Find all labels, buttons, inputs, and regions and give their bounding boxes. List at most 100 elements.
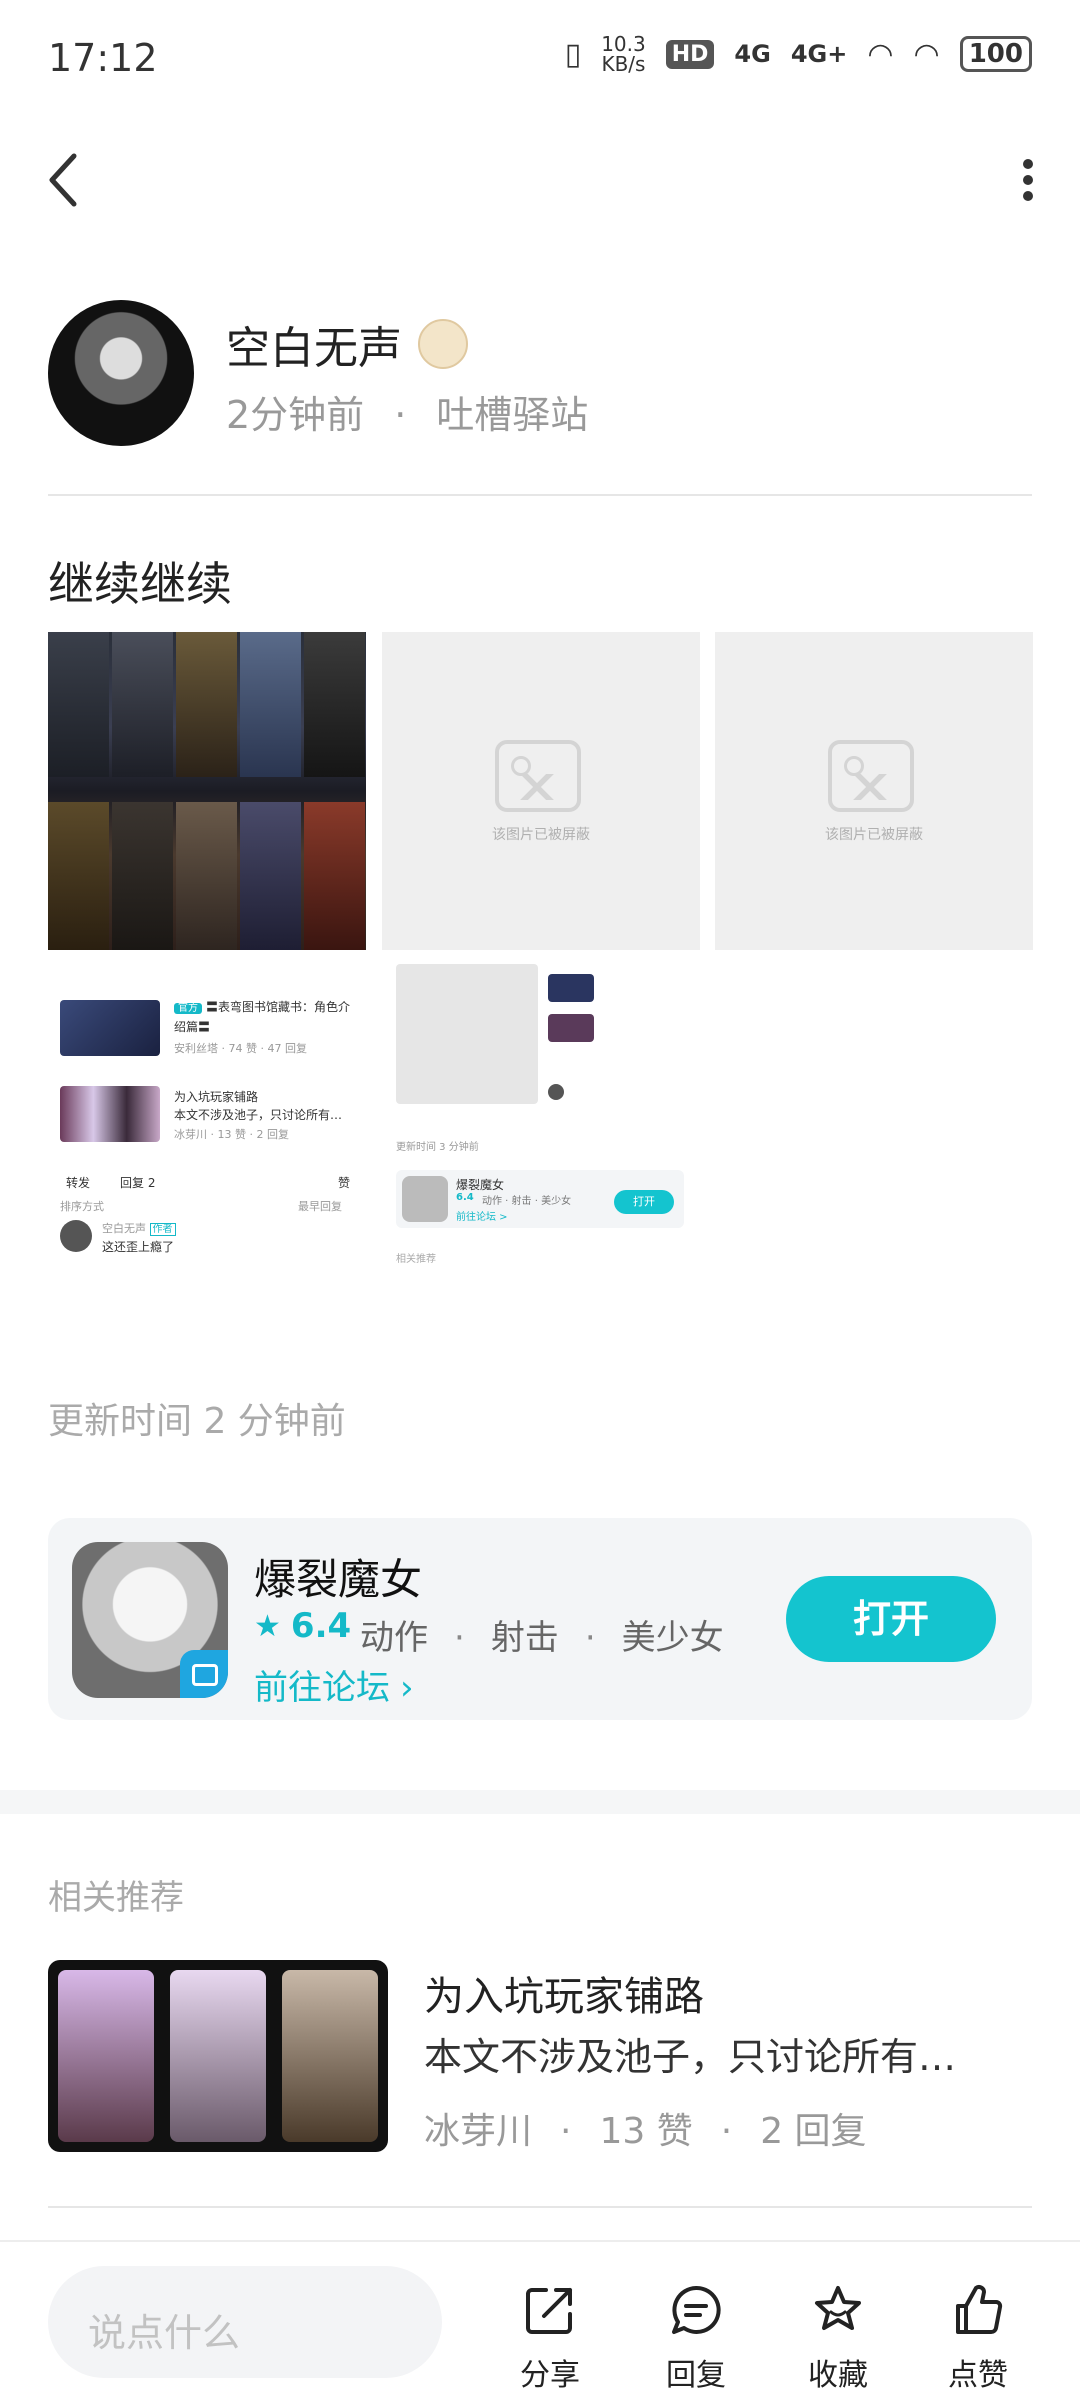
mini-app-rating: 6.4 [456,1192,474,1203]
related-desc[interactable]: 本文不涉及池子，只讨论所有… [424,2026,1024,2081]
wifi-icon: ◠ [867,36,894,72]
related-author: 冰芽川 [424,2111,533,2152]
official-tag: 官方 [174,1003,202,1014]
post-image-3-blocked[interactable]: 该图片已被屏蔽 [715,632,1033,950]
blocked-text: 该图片已被屏蔽 [492,827,590,843]
post-image-5[interactable]: 更新时间 3 分钟前 爆裂魔女 6.4 动作 · 射击 · 美少女 前往论坛 >… [382,964,700,1265]
sort-value: 最早回复 [298,1200,342,1213]
blocked-text: 该图片已被屏蔽 [825,827,923,843]
post-image-4[interactable]: 官方 〓表弯图书馆藏书：角色介绍篇〓 安利丝塔 · 74 赞 · 47 回复 为入… [48,964,366,1264]
reply-label: 回复 [666,2358,726,2393]
item2-desc: 本文不涉及池子，只讨论所有… [174,1108,343,1122]
board-name[interactable]: 吐槽驿站 [436,393,588,437]
section-separator [0,1790,1080,1814]
more-options-icon[interactable] [1020,158,1036,202]
image-card [240,632,301,777]
image-card [48,802,109,950]
app-tag: 射击 [490,1618,559,1658]
app-name: 爆裂魔女 [254,1555,423,1604]
sort-label: 排序方式 [60,1200,104,1213]
back-arrow-icon[interactable] [44,150,84,210]
forum-badge-icon [180,1650,228,1698]
battery-icon: 100 [959,36,1032,72]
mini-app-tags: 动作 · 射击 · 美少女 [482,1196,572,1207]
status-bar: 17:12 ▯ 10.3 KB/s HD 4G 4G+ ◠ ◠ 100 [0,0,1080,120]
app-rating: ★ 6.4 [254,1606,351,1646]
post-time: 2分钟前 [226,393,365,437]
app-card[interactable]: 爆裂魔女 ★ 6.4 动作 · 射击 · 美少女 前往论坛 › 打开 [48,1518,1032,1720]
share-icon [526,2288,572,2334]
commenter-name: 空白无声 [102,1222,146,1235]
share-button[interactable]: 分享 [500,2282,600,2394]
item2-meta: 冰芽川 · 13 赞 · 2 回复 [174,1128,289,1141]
open-app-button[interactable]: 打开 [786,1576,996,1662]
related-likes: 13 赞 [599,2111,693,2152]
image-card [304,802,365,950]
bottom-bar: 说点什么 分享 回复 收藏 点赞 [0,2240,1080,2402]
related-replies: 2 回复 [760,2111,867,2152]
thumb-card [170,1970,266,2142]
app-icon[interactable] [72,1542,228,1698]
tab-forward: 转发 [66,1176,91,1190]
divider [48,494,1032,496]
app-tags: 动作 · 射击 · 美少女 [360,1618,724,1658]
mini-placeholder [396,964,538,1104]
chevron-right-icon: › [400,1668,414,1708]
reply-button[interactable]: 回复 [646,2282,746,2394]
commenter-avatar [60,1220,92,1252]
related-label: 相关推荐 [48,1878,184,1918]
reply-icon [672,2285,721,2334]
app-rating-value: 6.4 [290,1606,352,1646]
author-badge-icon [418,319,468,369]
mini-app-icon [402,1176,448,1222]
net-speed: 10.3 KB/s [601,34,646,74]
tab-reply: 回复 2 [120,1176,156,1190]
star-icon: ★ [254,1608,281,1644]
vibrate-icon: ▯ [564,36,582,72]
post-image-2-blocked[interactable]: 该图片已被屏蔽 [382,632,700,950]
image-card [176,802,237,950]
image-placeholder-icon [495,740,581,812]
mini-thumb [548,974,594,1002]
divider [48,2206,1032,2208]
image-card [48,632,109,777]
meta-separator: · [394,393,407,437]
favorite-button[interactable]: 收藏 [788,2282,888,2394]
hd-badge: HD [665,39,715,69]
mini-related: 相关推荐 [396,1254,436,1265]
author-tag: 作者 [149,1223,176,1236]
thumb-card [58,1970,154,2142]
forum-link[interactable]: 前往论坛 › [254,1660,414,1709]
star-outline-icon [815,2286,861,2330]
post-title: 继续继续 [48,557,232,611]
item2-title: 为入坑玩家铺路 [174,1090,259,1104]
author-name[interactable]: 空白无声 [226,312,402,376]
item-thumb [60,1000,160,1056]
image-placeholder-icon [828,740,914,812]
thumbs-up-icon [956,2285,1003,2334]
net-speed-unit: KB/s [601,52,646,76]
mini-forum: 前往论坛 > [456,1212,508,1223]
comment-input[interactable]: 说点什么 [48,2266,442,2378]
mini-app-card: 爆裂魔女 6.4 动作 · 射击 · 美少女 前往论坛 > 打开 [396,1170,684,1228]
author-avatar[interactable] [48,300,194,446]
related-thumbnail[interactable] [48,1960,388,2152]
signal-4g-icon: 4G [734,40,771,68]
related-title[interactable]: 为入坑玩家铺路 [424,1964,704,2022]
related-meta: 冰芽川 · 13 赞 · 2 回复 [424,2111,867,2152]
image-card [240,802,301,950]
item1-title-row: 官方 〓表弯图书馆藏书：角色介绍篇〓 [174,998,360,1036]
share-label: 分享 [520,2358,580,2393]
status-time: 17:12 [48,36,158,80]
tab-like: 赞 [338,1176,351,1190]
comment-placeholder: 说点什么 [88,2311,241,2355]
app-tag: 动作 [360,1618,428,1658]
like-button[interactable]: 点赞 [928,2282,1028,2394]
author-name-row[interactable]: 空白无声 [226,312,468,376]
post-image-1[interactable] [48,632,366,950]
status-icons: ▯ 10.3 KB/s HD 4G 4G+ ◠ ◠ 100 [565,34,1032,74]
forum-link-label[interactable]: 前往论坛 [254,1668,390,1708]
like-label: 点赞 [948,2358,1008,2393]
wifi-icon-2: ◠ [913,36,940,72]
item1-meta: 安利丝塔 · 74 赞 · 47 回复 [174,1042,307,1055]
